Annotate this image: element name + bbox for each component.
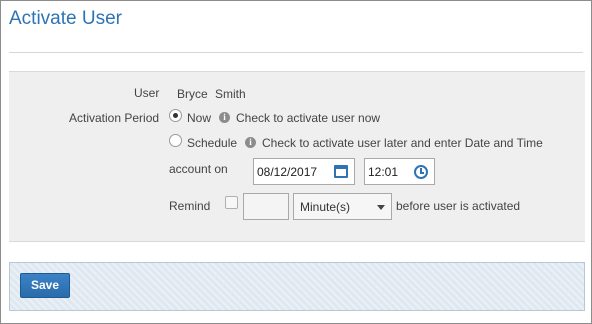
now-radio[interactable] (169, 109, 182, 122)
chevron-down-icon (377, 205, 385, 210)
activation-time-field[interactable]: 12:01 (364, 158, 435, 185)
schedule-radio-label[interactable]: Schedule (187, 136, 237, 150)
activation-date-value: 08/12/2017 (257, 165, 318, 179)
schedule-radio[interactable] (169, 134, 182, 147)
activation-time-value: 12:01 (368, 165, 399, 179)
clock-icon[interactable] (414, 165, 428, 179)
schedule-hint: Check to activate user later and enter D… (262, 136, 543, 150)
save-button[interactable]: Save (20, 273, 70, 298)
calendar-icon[interactable] (334, 165, 348, 178)
account-on-label: account on (169, 162, 228, 176)
user-label: User (134, 86, 160, 100)
activate-user-dialog: Activate User User Bryce Smith Activatio… (0, 0, 592, 324)
activation-date-field[interactable]: 08/12/2017 (253, 158, 355, 185)
activation-period-label: Activation Period (69, 111, 160, 125)
remind-label: Remind (169, 199, 211, 213)
now-hint: Check to activate user now (236, 111, 381, 125)
remind-checkbox[interactable] (225, 196, 238, 209)
info-icon: i (245, 137, 256, 148)
action-bar: Save (9, 262, 585, 311)
title-divider (9, 52, 583, 53)
now-radio-label[interactable]: Now (187, 111, 211, 125)
remind-suffix: before user is activated (396, 199, 521, 213)
remind-amount-input[interactable] (243, 193, 289, 220)
user-last-name: Smith (215, 87, 246, 101)
user-first-name: Bryce (177, 87, 208, 101)
remind-unit-select[interactable]: Minute(s) (293, 193, 392, 220)
remind-unit-value: Minute(s) (300, 200, 351, 214)
activation-form: User Bryce Smith Activation Period Now i… (9, 71, 585, 242)
page-title: Activate User (9, 8, 122, 29)
info-icon: i (219, 112, 230, 123)
